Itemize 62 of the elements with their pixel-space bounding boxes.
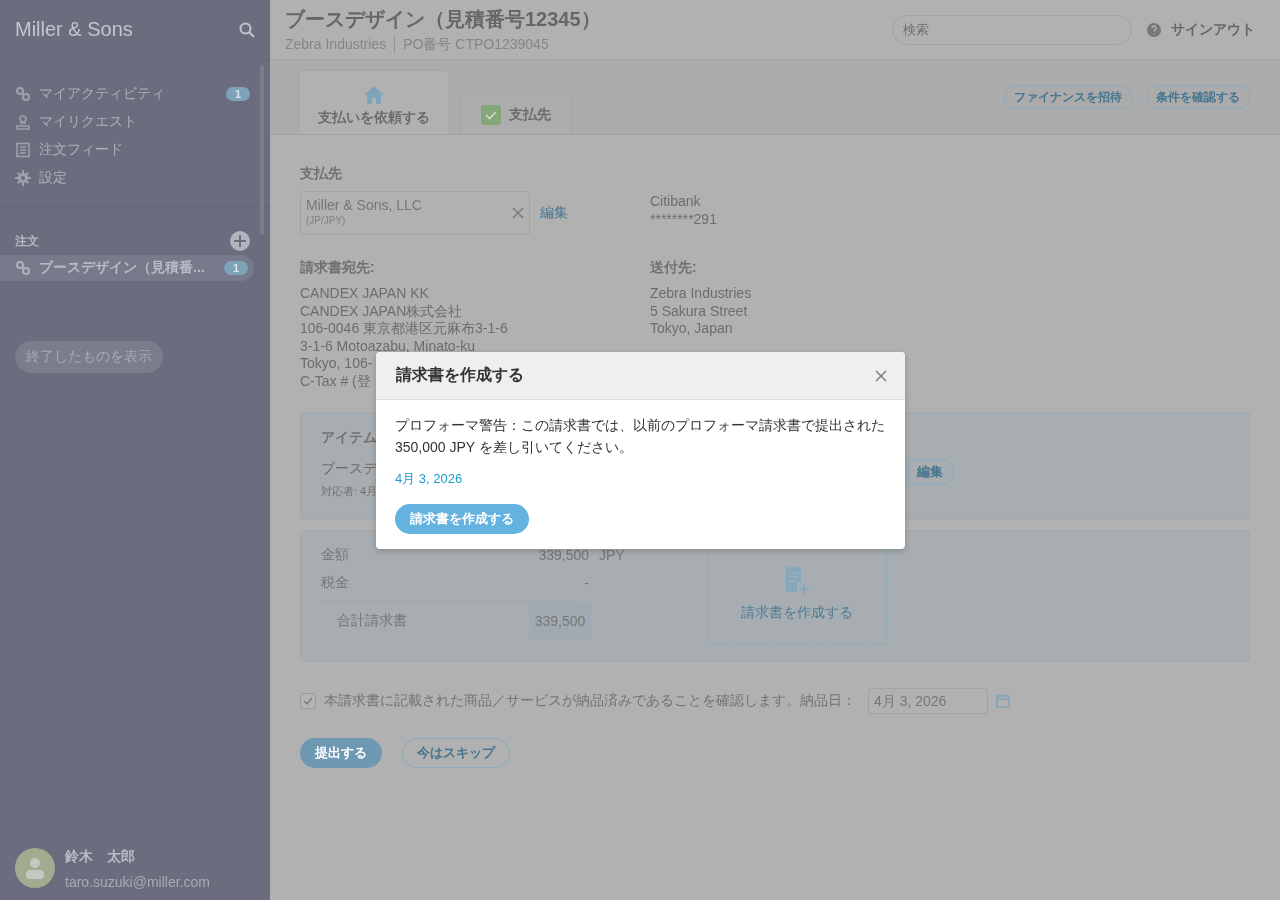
- count-badge: 1: [225, 87, 250, 101]
- page-title: ブースデザイン（見積番号12345）: [285, 6, 601, 32]
- tax-label: 税金: [321, 574, 350, 592]
- tab[interactable]: 支払いを依頼する: [298, 70, 450, 134]
- help-icon[interactable]: [1147, 22, 1161, 37]
- order-item[interactable]: ブースデザイン（見積番... 1: [0, 255, 254, 281]
- submit-button[interactable]: 提出する: [300, 738, 382, 768]
- nav-item[interactable]: 注文フィード: [0, 136, 270, 164]
- add-icon[interactable]: [230, 231, 250, 251]
- link-icon: [15, 86, 31, 102]
- link-icon: [15, 260, 31, 276]
- date-link[interactable]: 4月 3, 2026: [395, 470, 463, 488]
- brand-name: Miller & Sons: [15, 18, 133, 41]
- create-invoice-button[interactable]: 請求書を作成する: [395, 504, 529, 534]
- count-badge: 1: [223, 261, 248, 275]
- address-line: C-Tax # (登: [300, 372, 371, 390]
- search-field[interactable]: 検索: [892, 14, 1132, 45]
- check-icon: [303, 697, 313, 705]
- settings-icon: [15, 170, 31, 186]
- section-heading: アイテム: [321, 429, 377, 447]
- close-icon[interactable]: [512, 207, 524, 219]
- total-label: 合計請求書: [337, 611, 408, 630]
- address-line: CANDEX JAPAN KK: [300, 285, 429, 303]
- address-line: 106-0046 東京都港区元麻布3-1-6: [300, 320, 508, 338]
- tab[interactable]: 支払先: [460, 94, 572, 134]
- user-name: 鈴木 太郎: [65, 848, 136, 866]
- user-email: taro.suzuki@miller.com: [65, 874, 210, 890]
- warning-text: プロフォーマ警告：この請求書では、以前のプロフォーマ請求書で提出された350,000 JPY を差し引いてください。: [395, 416, 886, 457]
- section-label: 注文: [15, 232, 39, 250]
- total-value: 339,500: [529, 602, 591, 639]
- avatar-icon: [15, 848, 55, 888]
- tax-value: -: [583, 575, 589, 591]
- confirm-label: 本請求書に記載された商品／サービスが納品済みであることを確認します。納品日：: [324, 692, 856, 710]
- nav-item[interactable]: 設定: [0, 164, 270, 192]
- stamp-icon: [15, 114, 31, 130]
- nav-item[interactable]: マイリクエスト: [0, 108, 270, 136]
- account-number: ********291: [650, 210, 717, 228]
- field-label: 支払先: [300, 165, 342, 183]
- bank-name: Citibank: [650, 193, 701, 211]
- dialog-title: 請求書を作成する: [396, 365, 524, 385]
- address-line: Zebra Industries: [650, 285, 752, 303]
- close-icon[interactable]: [875, 369, 887, 382]
- nav-item[interactable]: マイアクティビティ 1: [0, 80, 270, 108]
- calendar-icon[interactable]: [996, 694, 1010, 708]
- checkbox-icon: [481, 104, 501, 125]
- field-label: 請求書宛先:: [300, 259, 375, 277]
- currency-label: JPY: [598, 547, 626, 563]
- address-line: 5 Sakura Street: [650, 302, 748, 320]
- address-line: CANDEX JAPAN株式会社: [300, 302, 463, 320]
- amount-value: 339,500: [537, 547, 589, 563]
- search-icon[interactable]: [239, 21, 255, 38]
- document-icon: [15, 142, 31, 158]
- home-icon: [363, 84, 385, 105]
- sign-out-link[interactable]: サインアウト: [1171, 20, 1255, 39]
- address-line: Tokyo, Japan: [650, 320, 733, 338]
- item-name: ブースデ: [321, 459, 377, 478]
- address-line: 3-1-6 Motoazabu, Minato-ku: [300, 337, 476, 355]
- edit-link[interactable]: 編集: [540, 204, 568, 222]
- checkbox[interactable]: [300, 693, 316, 709]
- address-line: Tokyo, 106-: [300, 355, 373, 373]
- amount-label: 金額: [321, 546, 350, 564]
- field-label: 送付先:: [650, 259, 697, 277]
